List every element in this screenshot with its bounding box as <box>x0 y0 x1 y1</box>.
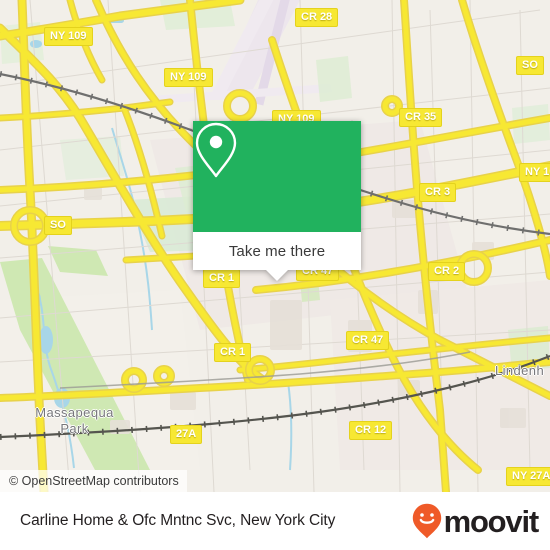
road-shield-cr-35[interactable]: CR 35 <box>399 108 443 127</box>
road-shield-so-left[interactable]: SO <box>44 216 72 235</box>
road-shield-so-top-right[interactable]: SO <box>516 56 544 75</box>
road-shield-ny-27a-bottom[interactable]: 27A <box>170 425 203 444</box>
popup-tail <box>266 270 288 281</box>
road-shield-cr-3[interactable]: CR 3 <box>419 183 457 202</box>
road-shield-cr-2[interactable]: CR 2 <box>428 262 466 281</box>
take-me-there-label: Take me there <box>228 242 326 260</box>
road-shield-ny-109-north[interactable]: NY 109 <box>164 68 213 87</box>
location-pin-icon <box>195 122 237 178</box>
road-shield-cr-12[interactable]: CR 12 <box>349 421 393 440</box>
map-canvas[interactable]: Massapequa Park Lindenh NY 109 CR 28 NY … <box>0 0 550 492</box>
road-shield-cr-28[interactable]: CR 28 <box>295 8 339 27</box>
moovit-wordmark: moovit <box>443 503 540 539</box>
osm-attribution[interactable]: © OpenStreetMap contributors <box>0 470 187 492</box>
map-screenshot: Massapequa Park Lindenh NY 109 CR 28 NY … <box>0 0 550 550</box>
road-shield-ny-27a-right[interactable]: NY 27A <box>506 467 550 486</box>
popup-action-area[interactable]: Take me there <box>193 232 361 281</box>
popup-pin-area <box>193 121 361 232</box>
road-shield-cr-47-lower[interactable]: CR 47 <box>346 331 390 350</box>
road-shield-cr-1-upper[interactable]: CR 1 <box>203 269 241 288</box>
moovit-smiley-pin-icon <box>412 503 441 539</box>
moovit-logo[interactable]: moovit <box>412 503 540 539</box>
location-popup-card[interactable]: Take me there <box>193 121 361 281</box>
road-shield-cr-1-lower[interactable]: CR 1 <box>214 343 252 362</box>
road-shield-ny-109-east[interactable]: NY 109 <box>519 163 550 182</box>
footer-bar: Carline Home & Ofc Mntnc Svc, New York C… <box>0 492 550 550</box>
page-title: Carline Home & Ofc Mntnc Svc, New York C… <box>20 512 336 529</box>
road-shield-ny-109-northwest[interactable]: NY 109 <box>44 27 93 46</box>
